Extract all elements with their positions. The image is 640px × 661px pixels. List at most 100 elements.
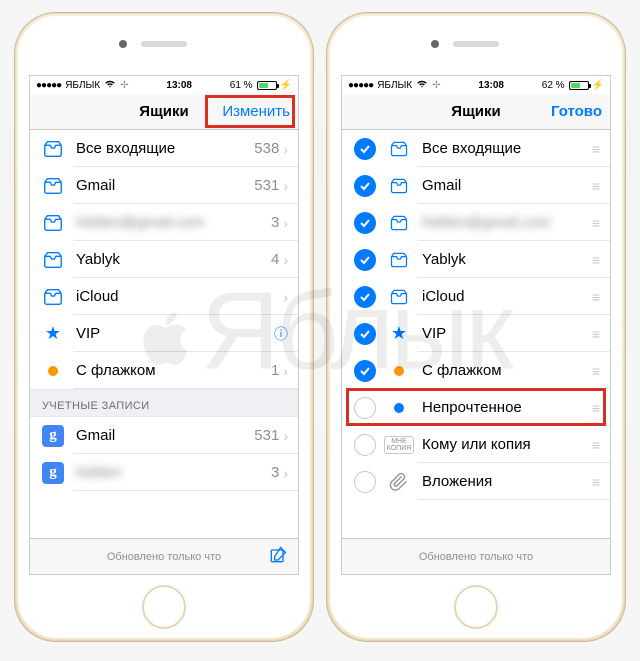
edit-row[interactable]: МНЕКОПИЯ Кому или копия ≡	[342, 426, 610, 463]
inbox-icon	[42, 175, 64, 197]
inbox-icon	[388, 249, 410, 271]
status-bar: ●●●●● ЯБЛЫК ✢ 13:08 61 % ⚡	[30, 76, 298, 94]
edit-row[interactable]: hidden@gmail.com ≡	[342, 204, 610, 241]
grip-icon[interactable]: ≡	[592, 252, 600, 268]
checkbox-on[interactable]	[354, 323, 376, 345]
checkbox-on[interactable]	[354, 249, 376, 271]
inbox-icon	[42, 212, 64, 234]
mailbox-count: 4	[271, 251, 279, 268]
status-bar: ●●●●● ЯБЛЫК ✢ 13:08 62 % ⚡	[342, 76, 610, 94]
grip-icon[interactable]: ≡	[592, 400, 600, 416]
account-row[interactable]: g Gmail 531 ›	[30, 417, 298, 454]
edit-row-label: VIP	[422, 325, 592, 342]
edit-row-label: С флажком	[422, 362, 592, 379]
phone-left: ●●●●● ЯБЛЫК ✢ 13:08 61 % ⚡ Ящики Изменит…	[14, 12, 314, 642]
mailbox-count: 531	[254, 177, 279, 194]
time-label: 13:08	[166, 80, 192, 91]
edit-row-label: hidden@gmail.com	[422, 214, 592, 231]
inbox-icon	[42, 249, 64, 271]
edit-row[interactable]: Все входящие ≡	[342, 130, 610, 167]
mailbox-row[interactable]: Gmail 531 ›	[30, 167, 298, 204]
account-label: Gmail	[76, 427, 254, 444]
grip-icon[interactable]: ≡	[592, 215, 600, 231]
mailbox-label: iCloud	[76, 288, 279, 305]
grip-icon[interactable]: ≡	[592, 326, 600, 342]
info-icon[interactable]: ⓘ	[274, 324, 288, 344]
grip-icon[interactable]: ≡	[592, 289, 600, 305]
loading-icon: ✢	[432, 80, 440, 91]
chevron-icon: ›	[283, 252, 288, 268]
mailbox-label: Gmail	[76, 177, 254, 194]
checkbox-on[interactable]	[354, 286, 376, 308]
home-button[interactable]	[142, 585, 186, 629]
checkbox-on[interactable]	[354, 138, 376, 160]
edit-row[interactable]: iCloud ≡	[342, 278, 610, 315]
edit-row-unread[interactable]: Непрочтенное ≡	[342, 389, 610, 426]
inbox-icon	[388, 286, 410, 308]
inbox-icon	[388, 212, 410, 234]
wifi-icon	[416, 79, 428, 91]
grip-icon[interactable]: ≡	[592, 141, 600, 157]
mailbox-count: 3	[271, 214, 279, 231]
checkbox-on[interactable]	[354, 175, 376, 197]
chevron-icon: ›	[283, 141, 288, 157]
flag-icon	[42, 360, 64, 382]
mailbox-row[interactable]: Yablyk 4 ›	[30, 241, 298, 278]
edit-row-label: Кому или копия	[422, 436, 592, 453]
toolbar: Обновлено только что	[342, 538, 610, 574]
battery-icon: ⚡	[569, 80, 604, 91]
mailbox-row[interactable]: iCloud ›	[30, 278, 298, 315]
chevron-icon: ›	[283, 178, 288, 194]
mailbox-row[interactable]: hidden@gmail.com 3 ›	[30, 204, 298, 241]
edit-row[interactable]: Yablyk ≡	[342, 241, 610, 278]
mailbox-row[interactable]: Все входящие 538 ›	[30, 130, 298, 167]
inbox-icon	[388, 138, 410, 160]
edit-row-label: Вложения	[422, 473, 592, 490]
chevron-icon: ›	[283, 465, 288, 481]
edit-row-label: iCloud	[422, 288, 592, 305]
attachment-icon	[388, 471, 410, 493]
account-count: 3	[271, 464, 279, 481]
done-button[interactable]: Готово	[551, 94, 602, 129]
google-icon: g	[42, 462, 64, 484]
checkbox-off[interactable]	[354, 434, 376, 456]
account-row[interactable]: g hidden 3 ›	[30, 454, 298, 491]
carrier-label: ЯБЛЫК	[377, 80, 412, 91]
mailbox-row[interactable]: С флажком 1 ›	[30, 352, 298, 389]
edit-button[interactable]: Изменить	[222, 94, 290, 129]
inbox-icon	[42, 138, 64, 160]
inbox-icon	[42, 286, 64, 308]
mailbox-list: Все входящие 538 › Gmail 531 › hidden@gm…	[30, 130, 298, 491]
mailbox-label: VIP	[76, 325, 270, 342]
star-icon: ★	[388, 323, 410, 345]
checkbox-off[interactable]	[354, 397, 376, 419]
grip-icon[interactable]: ≡	[592, 178, 600, 194]
battery-icon: ⚡	[257, 80, 292, 91]
carrier-label: ЯБЛЫК	[65, 80, 100, 91]
grip-icon[interactable]: ≡	[592, 474, 600, 490]
nav-bar: Ящики Готово	[342, 94, 610, 130]
time-label: 13:08	[478, 80, 504, 91]
checkbox-off[interactable]	[354, 471, 376, 493]
mailbox-row[interactable]: ★ VIP ⓘ	[30, 315, 298, 352]
grip-icon[interactable]: ≡	[592, 437, 600, 453]
mailbox-label: Yablyk	[76, 251, 271, 268]
toolbar-status: Обновлено только что	[419, 551, 533, 563]
edit-row[interactable]: ★ VIP ≡	[342, 315, 610, 352]
compose-button[interactable]	[268, 545, 288, 568]
toolbar-status: Обновлено только что	[107, 551, 221, 563]
edit-row[interactable]: Gmail ≡	[342, 167, 610, 204]
edit-row[interactable]: С флажком ≡	[342, 352, 610, 389]
battery-pct: 61 %	[230, 80, 253, 91]
checkbox-on[interactable]	[354, 360, 376, 382]
grip-icon[interactable]: ≡	[592, 363, 600, 379]
checkbox-on[interactable]	[354, 212, 376, 234]
edit-row[interactable]: Вложения ≡	[342, 463, 610, 500]
loading-icon: ✢	[120, 80, 128, 91]
home-button[interactable]	[454, 585, 498, 629]
edit-row-label: Yablyk	[422, 251, 592, 268]
mailbox-label: С флажком	[76, 362, 271, 379]
nav-title: Ящики	[451, 103, 500, 120]
mailbox-label: hidden@gmail.com	[76, 214, 271, 231]
accounts-header: УЧЕТНЫЕ ЗАПИСИ	[30, 389, 298, 417]
